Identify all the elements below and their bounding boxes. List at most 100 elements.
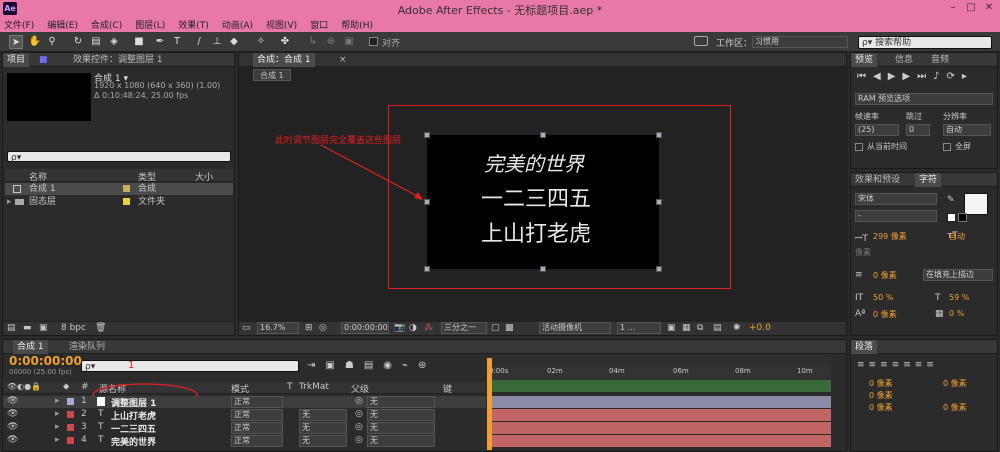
axis-view-icon[interactable]: ▣	[342, 35, 356, 49]
roto-brush-tool-icon[interactable]: ✧	[254, 35, 268, 49]
layer-duration-bar[interactable]	[492, 396, 831, 408]
layer-name[interactable]: 上山打老虎	[111, 409, 156, 422]
layer-duration-bar[interactable]	[492, 435, 831, 447]
snap-checkbox[interactable]	[369, 37, 378, 46]
zoom-select[interactable]: 16.7%	[257, 322, 299, 334]
brainstorm-icon[interactable]: ⊛	[418, 360, 436, 371]
rotate-tool-icon[interactable]: ↻	[71, 35, 85, 49]
current-time-display[interactable]: 0:00:00:00	[341, 322, 389, 334]
project-item-row[interactable]: ▸ 固态层 文件夹	[5, 196, 233, 208]
resolution-select[interactable]: 自动	[943, 124, 991, 136]
interpret-footage-icon[interactable]: ▤	[7, 323, 16, 333]
pan-behind-tool-icon[interactable]: ◈	[107, 35, 121, 49]
type-tool-icon[interactable]: T	[170, 35, 184, 49]
tab-effects-presets[interactable]: 效果和预设	[851, 173, 904, 187]
visibility-eye-icon[interactable]: 👁	[7, 435, 18, 445]
col-type-header[interactable]: 类型	[138, 170, 156, 183]
layer-mode-select[interactable]: 正常	[231, 422, 283, 434]
layer-duration-bar[interactable]	[492, 422, 831, 434]
skip-select[interactable]: 0	[906, 124, 930, 136]
toggle-pixel-aspect-icon[interactable]: ▣	[667, 323, 676, 333]
views-select[interactable]: 1 ...	[617, 322, 661, 334]
always-preview-icon[interactable]: ▭	[242, 323, 251, 333]
layer-row[interactable]: 👁 ▸ 3 T 一二三四五 正常 无 ◎ 无	[3, 422, 486, 435]
pen-tool-icon[interactable]: ✒	[153, 35, 167, 49]
camera-tool-icon[interactable]: ▤	[89, 35, 103, 49]
layer-duration-bar[interactable]	[492, 409, 831, 421]
layer-name[interactable]: 一二三四五	[111, 422, 156, 435]
camera-select[interactable]: 活动摄像机	[539, 322, 611, 334]
justify-right-icon[interactable]: ≡	[915, 360, 927, 370]
font-family-select[interactable]: 宋体	[855, 193, 937, 205]
font-size-value[interactable]: 299 像素	[873, 231, 907, 242]
selection-handle[interactable]	[540, 266, 546, 272]
menu-help[interactable]: 帮助(H)	[341, 18, 373, 31]
label-color-swatch[interactable]	[123, 198, 130, 205]
tab-preview[interactable]: 预览	[851, 53, 878, 67]
comp-mini-flowchart-icon[interactable]: ⇥	[307, 360, 325, 371]
timeline-timecode[interactable]: 0:00:00:00	[9, 354, 82, 368]
parent-select[interactable]: 无	[367, 396, 435, 408]
pick-whip-icon[interactable]: ◎	[355, 409, 363, 419]
new-comp-icon[interactable]: ▣	[39, 323, 48, 333]
tab-render-queue[interactable]: 渲染队列	[65, 340, 109, 354]
space-before-value[interactable]: 0 像素	[869, 402, 893, 413]
mute-icon[interactable]: ♪	[933, 71, 946, 82]
comp-subtab[interactable]: 合成 1	[253, 69, 291, 81]
project-item-row[interactable]: 合成 1 合成	[5, 183, 233, 195]
align-right-icon[interactable]: ≡	[880, 360, 892, 370]
timeline-search-input[interactable]: ρ▾	[81, 360, 299, 372]
minimize-button[interactable]: –	[946, 2, 960, 14]
col-trkmat-header[interactable]: TrkMat	[299, 382, 329, 392]
graph-editor-icon[interactable]: ⌁	[402, 360, 418, 371]
snapshot-icon[interactable]: 📷	[394, 323, 405, 333]
layer-label-swatch[interactable]	[67, 424, 74, 431]
font-style-select[interactable]: -	[855, 210, 937, 222]
baseline-shift-value[interactable]: 0 像素	[873, 309, 897, 320]
black-swatch[interactable]	[958, 213, 967, 222]
vertical-scale-value[interactable]: 50 %	[873, 293, 893, 302]
col-t-header[interactable]: T	[287, 382, 293, 392]
layer-mode-select[interactable]: 正常	[231, 396, 283, 408]
transparency-grid-icon[interactable]: ▩	[505, 323, 514, 333]
align-left-icon[interactable]: ≡	[857, 360, 869, 370]
color-depth-label[interactable]: 8 bpc	[61, 323, 86, 333]
fill-color-swatch[interactable]	[964, 193, 988, 215]
visibility-eye-icon[interactable]: 👁	[7, 396, 18, 406]
zoom-tool-icon[interactable]: ⚲	[45, 35, 59, 49]
next-frame-icon[interactable]: ▶	[902, 71, 917, 82]
layer-name[interactable]: 完美的世界	[111, 435, 156, 448]
layer-label-swatch[interactable]	[67, 437, 74, 444]
color-channel-icon[interactable]: ⁂	[424, 323, 433, 333]
horizontal-scale-value[interactable]: 59 %	[949, 293, 969, 302]
draft-3d-icon[interactable]: ▣	[325, 360, 344, 371]
justify-left-icon[interactable]: ≡	[892, 360, 904, 370]
layer-row[interactable]: 👁 ▸ 4 T 完美的世界 正常 无 ◎ 无	[3, 435, 486, 448]
selection-handle[interactable]	[424, 266, 430, 272]
layer-mode-select[interactable]: 正常	[231, 409, 283, 421]
expand-arrow-icon[interactable]: ▸	[55, 396, 60, 406]
parent-select[interactable]: 无	[367, 435, 435, 447]
resolution-select[interactable]: 三分之一	[441, 322, 487, 334]
indent-first-value[interactable]: 0 像素	[869, 390, 893, 401]
trkmat-select[interactable]: 无	[299, 409, 347, 421]
menu-composition[interactable]: 合成(C)	[91, 18, 122, 31]
prev-frame-icon[interactable]: ◀	[873, 71, 888, 82]
work-area-bar[interactable]	[487, 356, 831, 366]
delete-icon[interactable]: 🗑	[95, 323, 106, 333]
frame-blending-icon[interactable]: ▤	[364, 360, 383, 371]
brush-tool-icon[interactable]: /	[192, 35, 206, 49]
axis-world-icon[interactable]: ⊕	[324, 35, 338, 49]
project-search-input[interactable]: ρ▾	[7, 151, 231, 163]
pick-whip-icon[interactable]: ◎	[355, 435, 363, 445]
expand-arrow-icon[interactable]: ▸	[55, 409, 60, 419]
first-frame-icon[interactable]: ⏮	[857, 71, 873, 82]
timeline-icon[interactable]: ▤	[713, 323, 722, 333]
tab-effect-controls[interactable]: 效果控件：调整图层 1	[69, 53, 167, 67]
tab-composition[interactable]: 合成：合成 1	[253, 53, 315, 67]
align-center-icon[interactable]: ≡	[869, 360, 881, 370]
menu-file[interactable]: 文件(F)	[4, 18, 34, 31]
maximize-button[interactable]: □	[964, 2, 978, 14]
col-num-header[interactable]: #	[81, 382, 89, 392]
selection-handle[interactable]	[656, 266, 662, 272]
